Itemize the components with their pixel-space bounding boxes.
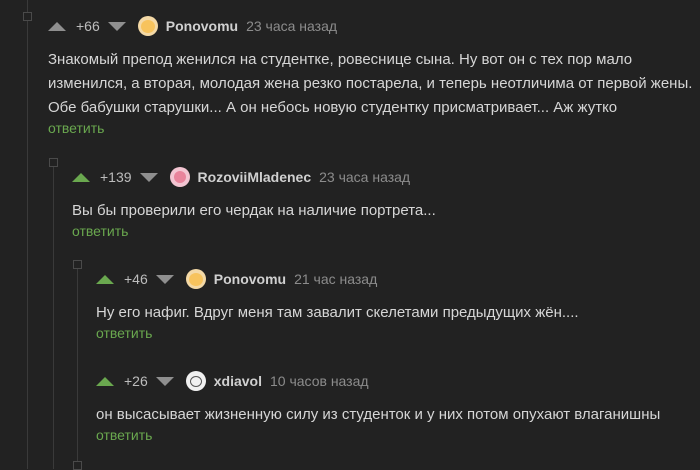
reply-link[interactable]: ответить	[48, 120, 104, 136]
collapse-box-icon[interactable]	[73, 260, 82, 269]
comment-header: +46 Ponovomu 21 час назад	[96, 267, 700, 291]
avatar[interactable]	[185, 269, 206, 289]
comment-time: 21 час назад	[294, 271, 378, 287]
comment-rating: +46	[124, 271, 148, 287]
comment-text-line: Обе бабушки старушки... А он небось нову…	[48, 99, 618, 116]
downvote-icon[interactable]	[155, 274, 174, 284]
comment-time: 23 часа назад	[246, 18, 338, 34]
comment: +46 Ponovomu 21 час назад Ну его нафиг. …	[96, 267, 700, 343]
collapse-box-icon[interactable]	[23, 12, 32, 21]
comment-header: +66 Ponovomu 23 часа назад	[48, 14, 700, 38]
comment-text-line: Ну его нафиг. Вдруг меня там завалит ске…	[96, 304, 579, 321]
comment-rating: +26	[124, 373, 148, 389]
comment-text-line: изменился, а вторая, молодая жена резко …	[48, 75, 693, 92]
upvote-icon[interactable]	[96, 274, 114, 284]
reply-link[interactable]: ответить	[96, 325, 152, 341]
avatar[interactable]	[169, 167, 190, 187]
comment-text: Знакомый препод женился на студентке, ро…	[48, 48, 700, 120]
collapse-box-icon[interactable]	[49, 158, 58, 167]
comment-text: Вы бы проверили его чердак на наличие по…	[72, 199, 700, 223]
upvote-icon[interactable]	[72, 172, 90, 182]
comment-text: он высасывает жизненную силу из студенто…	[96, 403, 700, 427]
comment-rating: +66	[76, 18, 100, 34]
avatar[interactable]	[137, 16, 158, 36]
comment-header: +26 xdiavol 10 часов назад	[96, 369, 700, 393]
thread-line	[53, 160, 54, 469]
reply-link[interactable]: ответить	[72, 223, 128, 239]
comment-text-line: Знакомый препод женился на студентке, ро…	[48, 51, 633, 68]
comment-text: Ну его нафиг. Вдруг меня там завалит ске…	[96, 301, 700, 325]
thread-line	[77, 262, 78, 469]
comment-time: 10 часов назад	[270, 373, 369, 389]
username[interactable]: xdiavol	[214, 373, 262, 389]
comment-text-line: Вы бы проверили его чердак на наличие по…	[72, 202, 436, 219]
avatar[interactable]	[185, 371, 206, 391]
comment: +139 RozoviiMladenec 23 часа назад Вы бы…	[72, 165, 700, 241]
comment-header: +139 RozoviiMladenec 23 часа назад	[72, 165, 700, 189]
downvote-icon[interactable]	[139, 172, 158, 182]
upvote-icon[interactable]	[96, 376, 114, 386]
reply-link[interactable]: ответить	[96, 427, 152, 443]
downvote-icon[interactable]	[107, 21, 126, 31]
comment-rating: +139	[100, 169, 132, 185]
thread-line	[27, 0, 28, 469]
username[interactable]: Ponovomu	[166, 18, 238, 34]
upvote-icon[interactable]	[48, 21, 66, 31]
username[interactable]: Ponovomu	[214, 271, 286, 287]
comment: +66 Ponovomu 23 часа назад Знакомый преп…	[48, 14, 700, 138]
comment: +26 xdiavol 10 часов назад он высасывает…	[96, 369, 700, 445]
downvote-icon[interactable]	[155, 376, 174, 386]
comment-time: 23 часа назад	[319, 169, 411, 185]
username[interactable]: RozoviiMladenec	[198, 169, 312, 185]
comment-text-line: он высасывает жизненную силу из студенто…	[96, 406, 661, 423]
